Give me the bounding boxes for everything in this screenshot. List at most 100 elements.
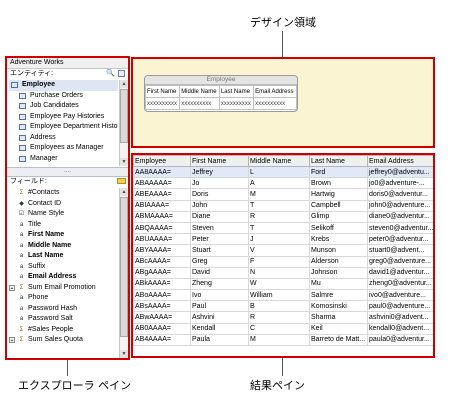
table-cell: Ford [309, 165, 368, 179]
column-header-last-name[interactable]: Last Name [309, 155, 368, 167]
table-row[interactable]: ABgAAAA= David N Johnson david1@adventur... [133, 266, 433, 279]
table-cell: paula0@adventur... [367, 333, 433, 347]
table-cell: Ashvini [190, 311, 249, 324]
table-row[interactable]: AB4AAAA= Paula M Barreto de Matt... paula0@a… [133, 333, 433, 347]
table-cell: AB4AAAA= [133, 333, 191, 347]
results-callout-leader [282, 358, 283, 376]
design-area: Employee First Name Middle Name Last Name E… [131, 57, 435, 148]
table-row[interactable]: ABsAAAA= Paul B Komosinski paul0@adventure..… [133, 300, 433, 313]
table-cell: Brown [309, 177, 368, 190]
table-row[interactable]: ABEAAAA= Doris M Hartwig doris0@adventur... [133, 188, 433, 201]
table-row[interactable]: ABUAAAA= Peter J Krebs peter0@adventur... [133, 233, 433, 246]
table-cell: ashvini0@advent... [367, 311, 433, 324]
table-cell: Jo [190, 177, 249, 190]
entity-card[interactable]: Employee First Name Middle Name Last Name E… [144, 75, 298, 112]
table-cell: J [248, 233, 310, 246]
table-cell: jo0@adventure-... [367, 177, 433, 190]
table-row[interactable]: ABMAAAA= Diane R Glimp diane0@adventur... [133, 210, 433, 223]
table-cell: zheng0@adventur... [367, 277, 433, 291]
column-header-email-address[interactable]: Email Address [367, 155, 433, 167]
column-header-employee[interactable]: Employee [133, 155, 191, 167]
table-cell: Doris [190, 188, 249, 201]
table-cell: R [248, 311, 310, 324]
table-cell: F [248, 255, 310, 268]
table-cell: john0@adventure... [367, 199, 433, 212]
table-cell: Komosinski [309, 300, 368, 313]
table-cell: Barreto de Matt... [309, 333, 368, 347]
entity-card-placeholder: xxxxxxxxxx [218, 97, 255, 110]
entity-card-column-last-name[interactable]: Last Name [218, 85, 255, 98]
table-cell: C [248, 322, 310, 335]
table-row[interactable]: ABYAAAA= Stuart V Munson stuart0@advent... [133, 244, 433, 257]
explorer-pane-callout: エクスプローラ ペイン [18, 379, 132, 392]
table-cell: Campbell [309, 199, 368, 212]
table-cell: greg0@adventure... [367, 255, 433, 268]
table-cell: Zheng [190, 277, 249, 291]
table-cell: doris0@adventur... [367, 188, 433, 201]
entity-card-table: First Name Middle Name Last Name Email Addr… [145, 85, 297, 110]
table-cell: John [190, 199, 249, 212]
column-header-first-name[interactable]: First Name [190, 155, 249, 167]
table-cell: ABIAAAA= [133, 199, 191, 212]
table-cell: Hartwig [309, 188, 368, 201]
explorer-highlight [5, 56, 130, 360]
table-cell: ivo0@adventure... [367, 289, 433, 302]
table-cell: Sharma [309, 311, 368, 324]
table-cell: N [248, 266, 310, 279]
table-row[interactable]: ABIAAAA= John T Campbell john0@adventure... [133, 199, 433, 212]
table-row[interactable]: ABoAAAA= Ivo William Salmre ivo0@adventure..… [133, 289, 433, 302]
table-row[interactable]: ABAAAAA= Jo A Brown jo0@adventure-... [133, 177, 433, 190]
table-cell: ABMAAAA= [133, 210, 191, 223]
table-row[interactable]: ABwAAAA= Ashvini R Sharma ashvini0@advent... [133, 311, 433, 324]
table-cell: ABYAAAA= [133, 244, 191, 257]
table-cell: Selikoff [309, 221, 368, 235]
table-cell: Salmre [309, 289, 368, 302]
explorer-callout-leader [67, 359, 68, 376]
entity-card-placeholder: xxxxxxxxxx [179, 97, 220, 110]
table-cell: W [248, 277, 310, 291]
table-cell: ABwAAAA= [133, 311, 191, 324]
table-cell: Paula [190, 333, 249, 347]
design-area-callout: デザイン領域 [250, 16, 316, 29]
table-cell: david1@adventur... [367, 266, 433, 279]
entity-card-column-email-address[interactable]: Email Address [253, 85, 297, 98]
table-cell: Stuart [190, 244, 249, 257]
table-cell: peter0@adventur... [367, 233, 433, 246]
table-cell: Alderson [309, 255, 368, 268]
entity-card-title: Employee [145, 76, 297, 85]
table-cell: paul0@adventure... [367, 300, 433, 313]
column-header-middle-name[interactable]: Middle Name [248, 155, 310, 167]
table-cell: kendall0@advent... [367, 322, 433, 335]
table-cell: Mu [309, 277, 368, 291]
table-row[interactable]: AB0AAAA= Kendall C Keil kendall0@advent... [133, 322, 433, 335]
table-cell: Ivo [190, 289, 249, 302]
table-cell: jeffrey0@adventu... [367, 165, 433, 179]
table-cell: T [248, 199, 310, 212]
table-cell: Johnson [309, 266, 368, 279]
table-cell: M [248, 188, 310, 201]
table-cell: R [248, 210, 310, 223]
entity-card-column-middle-name[interactable]: Middle Name [179, 85, 220, 98]
table-cell: ABEAAAA= [133, 188, 191, 201]
table-row[interactable]: ABQAAAA= Steven T Selikoff steven0@adventur.… [133, 221, 433, 235]
table-cell: L [248, 165, 310, 179]
table-cell: diane0@adventur... [367, 210, 433, 223]
entity-card-column-first-name[interactable]: First Name [145, 85, 181, 98]
table-cell: T [248, 221, 310, 235]
table-cell: AA8AAAA= [133, 165, 191, 179]
results-table: Employee First Name Middle Name Last Name Em… [133, 155, 433, 347]
table-cell: AB0AAAA= [133, 322, 191, 335]
table-cell: ABgAAAA= [133, 266, 191, 279]
table-cell: Steven [190, 221, 249, 235]
table-row[interactable]: ABkAAAA= Zheng W Mu zheng0@adventur... [133, 277, 433, 291]
table-cell: V [248, 244, 310, 257]
table-row[interactable]: AA8AAAA= Jeffrey L Ford jeffrey0@adventu... [133, 165, 433, 179]
table-cell: Glimp [309, 210, 368, 223]
table-cell: Krebs [309, 233, 368, 246]
table-cell: Jeffrey [190, 165, 249, 179]
table-cell: Kendall [190, 322, 249, 335]
table-cell: William [248, 289, 310, 302]
table-cell: stuart0@advent... [367, 244, 433, 257]
design-callout-leader [282, 31, 283, 57]
table-row[interactable]: ABcAAAA= Greg F Alderson greg0@adventure... [133, 255, 433, 268]
